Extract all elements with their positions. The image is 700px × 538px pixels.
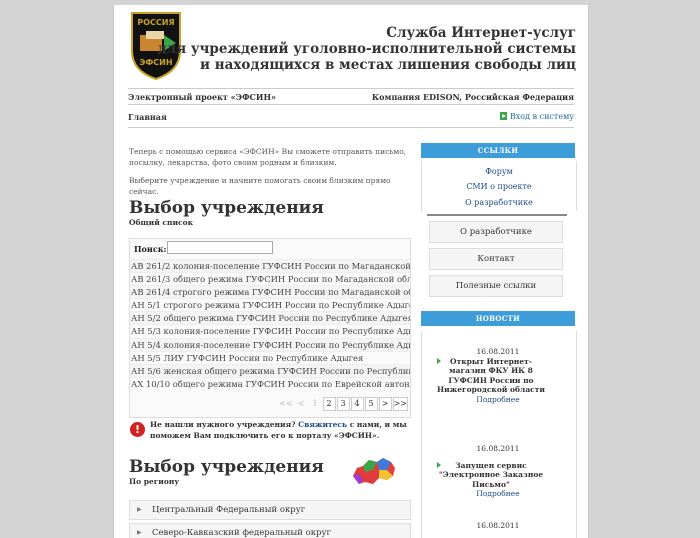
pager-page-5[interactable]: 5	[364, 397, 378, 411]
arrow-right-icon: ▶	[137, 506, 142, 513]
list-item[interactable]: АН 5/2 общего режима ГУФСИН России по Ре…	[130, 311, 410, 325]
arrow-right-icon	[437, 461, 441, 468]
arrow-right-icon: ▶	[137, 529, 142, 536]
list-item[interactable]: АН 5/4 колония-поселение ГУФСИН России п…	[130, 337, 410, 351]
news-date: 16.08.2011	[476, 521, 520, 530]
news-item: 16.08.2011 Запущен сервис "Электронное З…	[421, 444, 575, 499]
news-more-link[interactable]: Подробнее	[421, 395, 575, 405]
site-title-line-2: для учреждений уголовно-исполнительной с…	[157, 41, 576, 57]
news-title-text: Открыт Интернет-магазин ФКУ ИК 8 ГУФСИН …	[437, 356, 545, 395]
pager-page-1[interactable]: 1	[309, 397, 322, 411]
notice-text: Не нашли нужного учреждения? Свяжитесь с…	[150, 419, 410, 441]
list-item[interactable]: АН 5/3 колония-поселение ГУФСИН России п…	[130, 324, 410, 337]
sidebar-link-developer[interactable]: О разработчике	[422, 198, 576, 207]
russia-map-icon[interactable]	[349, 454, 399, 490]
section-title-all: Выбор учреждения	[129, 198, 324, 218]
notice-text-before: Не нашли нужного учреждения?	[150, 420, 299, 429]
pager-last[interactable]: >>	[392, 397, 408, 411]
nav-bar: Главная Вход в систему	[128, 112, 574, 122]
sidebar-button-useful-links[interactable]: Полезные ссылки	[429, 275, 563, 297]
intro-paragraph-2: Выберите учреждение и начните помогать с…	[129, 176, 391, 196]
list-item[interactable]: АН 5/5 ЛИУ ГУФСИН России по Республике А…	[130, 350, 410, 364]
divider	[128, 127, 574, 128]
list-item[interactable]: АН 5/1 строгого режима ГУФСИН России по …	[130, 298, 410, 311]
section-subtitle-all: Общий список	[129, 218, 193, 227]
nav-home-link[interactable]: Главная	[128, 112, 167, 122]
divider	[128, 88, 574, 89]
login-link[interactable]: Вход в систему	[499, 112, 574, 121]
contact-link[interactable]: Свяжитесь	[298, 420, 347, 429]
news-title[interactable]: Открыт Интернет-магазин ФКУ ИК 8 ГУФСИН …	[421, 357, 575, 395]
links-box: Форум СМИ о проекте О разработчике	[421, 161, 577, 211]
institution-list: Поиск: АВ 261/2 колония-поселение ГУФСИН…	[129, 238, 411, 418]
pager-next[interactable]: >	[378, 397, 392, 411]
pagination: << < 1 2 3 4 5 > >>	[278, 397, 408, 411]
news-date: 16.08.2011	[476, 347, 520, 356]
alert-icon: !	[130, 422, 145, 437]
intro-paragraph-1: Теперь с помощью сервиса «ЭФСИН» Вы смож…	[129, 147, 407, 167]
news-item: 16.08.2011 Открыт Интернет-магазин ФКУ И…	[421, 347, 575, 404]
region-item-central[interactable]: ▶ Центральный Федеральный округ	[129, 500, 411, 520]
site-title-line-1: Служба Интернет-услуг	[386, 25, 576, 41]
list-item[interactable]: АХ 10/10 общего режима ГУФСИН России по …	[130, 376, 410, 390]
header: РОССИЯ ЭФСИН Служба Интернет-услуг для у…	[114, 5, 588, 85]
pager-page-3[interactable]: 3	[336, 397, 350, 411]
sidebar-button-developer[interactable]: О разработчике	[429, 221, 563, 243]
scrollbar[interactable]	[427, 214, 567, 216]
section-title-region: Выбор учреждения	[129, 457, 324, 477]
project-bar: Электронный проект «ЭФСИН» Компания EDIS…	[128, 92, 574, 102]
site-title: Служба Интернет-услуг для учреждений уго…	[158, 25, 576, 73]
sidebar-button-contact[interactable]: Контакт	[429, 248, 563, 270]
sidebar-link-forum[interactable]: Форум	[422, 167, 576, 176]
page: РОССИЯ ЭФСИН Служба Интернет-услуг для у…	[113, 5, 589, 538]
region-item-label: Северо-Кавказский федеральный округ	[152, 528, 331, 538]
list-item[interactable]: АВ 261/4 строгого режима ГУФСИН России п…	[130, 285, 410, 299]
list-item[interactable]: АВ 261/3 общего режима ГУФСИН России по …	[130, 272, 410, 285]
institution-rows: АВ 261/2 колония-поселение ГУФСИН России…	[130, 259, 410, 390]
list-item[interactable]: АН 5/6 женская общего режима ГУФСИН Росс…	[130, 363, 410, 377]
links-header: ССЫЛКИ	[421, 143, 575, 158]
pager-first[interactable]: <<	[278, 397, 293, 411]
arrow-right-icon	[437, 357, 441, 364]
list-item[interactable]: АВ 261/2 колония-поселение ГУФСИН России…	[130, 259, 410, 273]
search-input[interactable]	[167, 241, 273, 254]
sidebar-link-press[interactable]: СМИ о проекте	[422, 182, 576, 191]
pager-page-2[interactable]: 2	[322, 397, 336, 411]
news-header: НОВОСТИ	[421, 311, 575, 326]
pager-page-4[interactable]: 4	[350, 397, 364, 411]
divider	[128, 104, 574, 105]
login-label: Вход в систему	[509, 112, 574, 121]
section-subtitle-region: По региону	[129, 477, 180, 486]
news-item: 16.08.2011	[421, 521, 575, 531]
login-icon	[499, 112, 507, 120]
region-item-north-caucasus[interactable]: ▶ Северо-Кавказский федеральный округ	[129, 523, 411, 538]
pager-prev[interactable]: <	[295, 397, 308, 411]
site-title-line-3: и находящихся в местах лишения свободы л…	[200, 57, 576, 73]
news-more-link[interactable]: Подробнее	[421, 489, 575, 499]
news-date: 16.08.2011	[476, 444, 520, 453]
region-item-label: Центральный Федеральный округ	[152, 505, 306, 515]
company-name: Компания EDISON, Российская Федерация	[371, 92, 574, 102]
news-title-text: Запущен сервис "Электронное Заказное Пис…	[438, 460, 544, 489]
search-row: Поиск:	[132, 241, 408, 256]
search-label: Поиск:	[134, 244, 167, 254]
project-name: Электронный проект «ЭФСИН»	[128, 92, 277, 102]
news-title[interactable]: Запущен сервис "Электронное Заказное Пис…	[421, 461, 575, 490]
